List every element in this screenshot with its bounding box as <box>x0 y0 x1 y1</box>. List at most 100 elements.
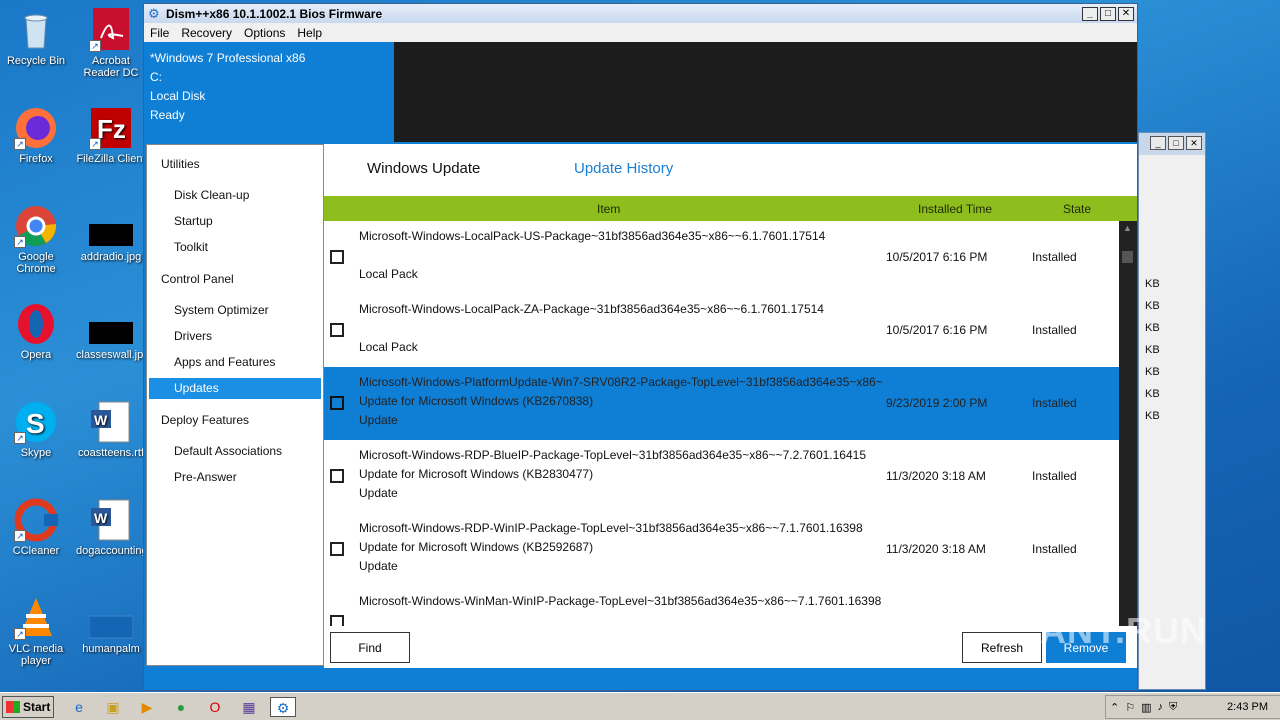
maximize-button[interactable]: □ <box>1100 6 1116 21</box>
network-icon[interactable]: ▥ <box>1141 701 1151 714</box>
scrollbar-thumb[interactable] <box>1122 251 1133 263</box>
volume-icon[interactable]: ♪ <box>1158 701 1164 713</box>
desktop-icon-addradio[interactable]: addradio.jpg <box>76 204 146 263</box>
gear-icon: ⚙ <box>148 5 160 21</box>
menu-recovery[interactable]: Recovery <box>175 26 238 40</box>
flag-icon[interactable]: ⚐ <box>1125 701 1135 714</box>
tab-windows-update[interactable]: Windows Update <box>367 160 480 177</box>
update-name: Microsoft-Windows-WinMan-WinIP-Package-T… <box>359 594 882 608</box>
scroll-up-icon[interactable]: ▲ <box>1123 223 1132 233</box>
file-size: KB <box>1145 410 1160 422</box>
update-list: Microsoft-Windows-LocalPack-US-Package~3… <box>324 221 1119 626</box>
ccleaner-icon: ↗ <box>14 498 58 542</box>
background-window[interactable]: _ □ ✕ KB KB KB KB KB KB KB <box>1138 132 1206 690</box>
desktop-icon-humanpalm[interactable]: humanpalm <box>76 596 146 655</box>
row-checkbox[interactable] <box>330 469 344 483</box>
table-row[interactable]: Microsoft-Windows-LocalPack-US-Package~3… <box>324 221 1119 294</box>
desktop-icon-label: Skype <box>20 447 52 459</box>
desktop-icon-label: VLC media player <box>8 643 64 667</box>
update-category: Update <box>359 486 398 500</box>
image-header: *Windows 7 Professional x86 C: Local Dis… <box>144 42 1137 142</box>
row-checkbox[interactable] <box>330 250 344 264</box>
find-button[interactable]: Find <box>330 632 410 663</box>
refresh-button[interactable]: Refresh <box>962 632 1042 663</box>
opera-icon[interactable]: O <box>204 697 226 717</box>
sidebar-item-apps-features[interactable]: Apps and Features <box>149 352 321 373</box>
desktop-icon-label: Google Chrome <box>16 251 56 275</box>
word-doc-icon: W <box>89 498 133 542</box>
sidebar-item-disk-cleanup[interactable]: Disk Clean-up <box>149 185 321 206</box>
update-category: Update <box>359 413 398 427</box>
dism-taskbar-icon[interactable]: ⚙ <box>270 697 296 717</box>
close-button[interactable]: ✕ <box>1118 6 1134 21</box>
menu-options[interactable]: Options <box>238 26 291 40</box>
desktop-icon-acrobat[interactable]: ↗ Acrobat Reader DC <box>76 8 146 79</box>
update-time: 10/5/2017 6:16 PM <box>886 250 988 264</box>
desktop-icon-dogaccounting[interactable]: W dogaccounting <box>76 498 148 557</box>
desktop-icon-label: coastteens.rtf <box>77 447 145 459</box>
close-icon[interactable]: ✕ <box>1186 136 1202 150</box>
sidebar-item-toolkit[interactable]: Toolkit <box>149 237 321 258</box>
row-checkbox[interactable] <box>330 323 344 337</box>
minimize-icon[interactable]: _ <box>1150 136 1166 150</box>
desktop-icon-filezilla[interactable]: Fz ↗ FileZilla Client <box>76 106 146 165</box>
table-row[interactable]: Microsoft-Windows-RDP-BlueIP-Package-Top… <box>324 440 1119 513</box>
column-item[interactable]: Item <box>597 202 620 216</box>
sidebar-item-startup[interactable]: Startup <box>149 211 321 232</box>
update-state: Installed <box>1032 250 1077 264</box>
table-row[interactable]: Microsoft-Windows-WinMan-WinIP-Package-T… <box>324 586 1119 626</box>
desktop-icon-chrome[interactable]: ↗ Google Chrome <box>1 204 71 275</box>
desktop-icon-recycle-bin[interactable]: Recycle Bin <box>1 8 71 67</box>
acrobat-icon: ↗ <box>89 8 133 52</box>
column-state[interactable]: State <box>1063 202 1091 216</box>
start-button[interactable]: Start <box>2 696 54 718</box>
dism-window[interactable]: ⚙ Dism++x86 10.1.1002.1 Bios Firmware _ … <box>143 3 1138 691</box>
shield-icon[interactable]: ⛨ <box>1169 701 1177 714</box>
column-installed-time[interactable]: Installed Time <box>918 202 992 216</box>
sidebar-item-default-associations[interactable]: Default Associations <box>149 441 321 462</box>
sidebar-item-system-optimizer[interactable]: System Optimizer <box>149 300 321 321</box>
table-row[interactable]: Microsoft-Windows-LocalPack-ZA-Package~3… <box>324 294 1119 367</box>
sidebar-item-updates[interactable]: Updates <box>149 378 321 399</box>
session-info[interactable]: *Windows 7 Professional x86 C: Local Dis… <box>144 42 394 142</box>
window-title: Dism++x86 10.1.1002.1 Bios Firmware <box>166 6 383 21</box>
sidebar-item-pre-answer[interactable]: Pre-Answer <box>149 467 321 488</box>
row-checkbox[interactable] <box>330 396 344 410</box>
internet-explorer-icon[interactable]: e <box>68 697 90 717</box>
table-row[interactable]: Microsoft-Windows-RDP-WinIP-Package-TopL… <box>324 513 1119 586</box>
media-player-icon[interactable]: ▶ <box>136 697 158 717</box>
bg-window-titlebar: _ □ ✕ <box>1139 133 1205 155</box>
winrar-icon[interactable]: ▦ <box>238 697 260 717</box>
maximize-icon[interactable]: □ <box>1168 136 1184 150</box>
folder-icon[interactable]: ▣ <box>102 697 124 717</box>
list-scrollbar[interactable]: ▲ <box>1119 221 1137 626</box>
chevron-up-icon[interactable]: ⌃ <box>1110 701 1119 714</box>
update-name: Microsoft-Windows-LocalPack-US-Package~3… <box>359 229 826 243</box>
desktop-icon-opera[interactable]: Opera <box>1 302 71 361</box>
column-header: Item Installed Time State <box>324 196 1137 221</box>
update-time: 11/3/2020 3:18 AM <box>886 469 986 483</box>
minimize-button[interactable]: _ <box>1082 6 1098 21</box>
desktop-icon-label: addradio.jpg <box>80 251 142 263</box>
clock[interactable]: 2:43 PM <box>1227 701 1268 713</box>
filezilla-icon: Fz ↗ <box>89 106 133 150</box>
svg-text:W: W <box>94 510 108 526</box>
chrome-icon[interactable]: ● <box>170 697 192 717</box>
desktop-icon-ccleaner[interactable]: ↗ CCleaner <box>1 498 71 557</box>
update-category: Local Pack <box>359 267 418 281</box>
desktop-icon-classeswall[interactable]: classeswall.jpg <box>76 302 149 361</box>
action-bar: Find Refresh Remove <box>324 626 1137 668</box>
desktop-icon-skype[interactable]: S ↗ Skype <box>1 400 71 459</box>
window-titlebar[interactable]: ⚙ Dism++x86 10.1.1002.1 Bios Firmware _ … <box>144 4 1137 23</box>
desktop-icon-vlc[interactable]: ↗ VLC media player <box>1 596 71 667</box>
row-checkbox[interactable] <box>330 615 344 626</box>
menu-help[interactable]: Help <box>291 26 328 40</box>
menu-file[interactable]: File <box>144 26 175 40</box>
desktop-icon-coastteens[interactable]: W coastteens.rtf <box>76 400 146 459</box>
desktop-icon-label: FileZilla Client <box>76 153 146 165</box>
table-row-selected[interactable]: Microsoft-Windows-PlatformUpdate-Win7-SR… <box>324 367 1119 440</box>
desktop-icon-firefox[interactable]: ↗ Firefox <box>1 106 71 165</box>
tab-update-history[interactable]: Update History <box>574 160 673 177</box>
row-checkbox[interactable] <box>330 542 344 556</box>
sidebar-item-drivers[interactable]: Drivers <box>149 326 321 347</box>
